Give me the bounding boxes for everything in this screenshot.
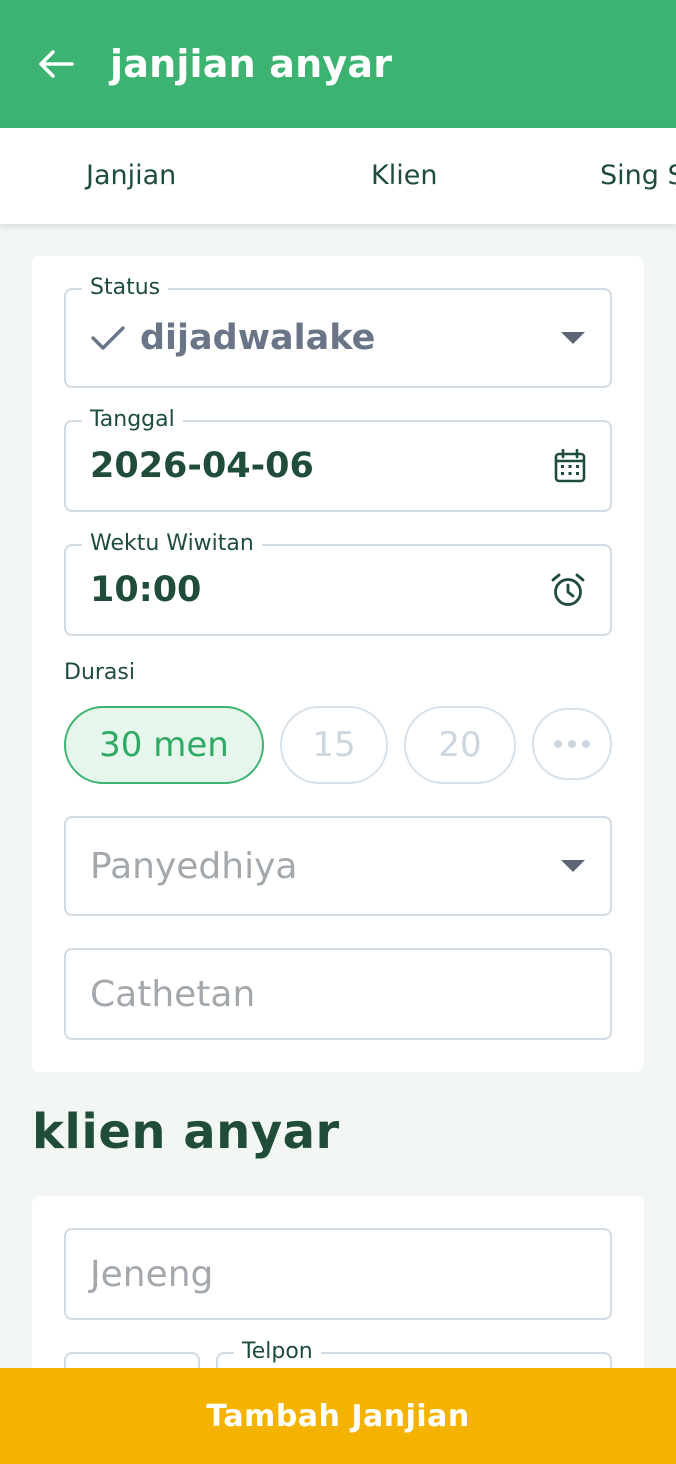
start-time-trail <box>550 546 586 634</box>
tab-client[interactable]: Klien <box>371 128 437 224</box>
more-horizontal-icon <box>554 740 590 748</box>
alarm-clock-icon[interactable] <box>550 572 586 608</box>
status-value-wrap: dijadwalake <box>90 290 375 386</box>
date-value: 2026-04-06 <box>90 446 314 486</box>
start-time-field[interactable]: Wektu Wiwitan 10:00 <box>64 528 612 636</box>
tab-other[interactable]: Sing S <box>600 128 676 224</box>
add-appointment-button[interactable]: Tambah Janjian <box>0 1368 676 1464</box>
appointment-card: Status dijadwalake Tanggal 2026-04-06 We… <box>32 256 644 1072</box>
date-field[interactable]: Tanggal 2026-04-06 <box>64 404 612 512</box>
duration-label: Durasi <box>64 660 135 685</box>
notes-input[interactable]: Cathetan <box>64 948 612 1040</box>
arrow-left-icon <box>39 50 74 78</box>
tab-appointment[interactable]: Janjian <box>86 128 176 224</box>
duration-more-button[interactable] <box>532 708 612 780</box>
provider-trail <box>560 818 586 914</box>
notes-placeholder: Cathetan <box>90 973 256 1015</box>
dropdown-arrow-icon <box>561 332 585 344</box>
phone-label: Telpon <box>234 1336 321 1368</box>
new-appointment-screen: janjian anyar Janjian Klien Sing S Statu… <box>0 0 676 1464</box>
date-trail <box>554 422 586 510</box>
provider-select[interactable]: Panyedhiya <box>64 816 612 916</box>
back-button[interactable] <box>36 44 76 84</box>
page-title: janjian anyar <box>110 42 393 86</box>
tab-bar: Janjian Klien Sing S <box>0 128 676 224</box>
status-value: dijadwalake <box>140 318 376 358</box>
client-name-input[interactable]: Jeneng <box>64 1228 612 1320</box>
calendar-icon[interactable] <box>554 449 586 483</box>
client-name-placeholder: Jeneng <box>90 1253 214 1295</box>
start-time-value: 10:00 <box>90 570 202 610</box>
provider-placeholder: Panyedhiya <box>90 845 298 887</box>
status-trail <box>560 290 586 386</box>
duration-chip-15[interactable]: 15 <box>280 706 388 784</box>
new-client-title: klien anyar <box>32 1104 340 1160</box>
dropdown-arrow-icon <box>561 860 585 872</box>
duration-chip-20[interactable]: 20 <box>404 706 516 784</box>
status-select[interactable]: Status dijadwalake <box>64 272 612 388</box>
app-bar: janjian anyar <box>0 0 676 128</box>
check-icon <box>91 326 125 350</box>
duration-chip-30[interactable]: 30 men <box>64 706 264 784</box>
